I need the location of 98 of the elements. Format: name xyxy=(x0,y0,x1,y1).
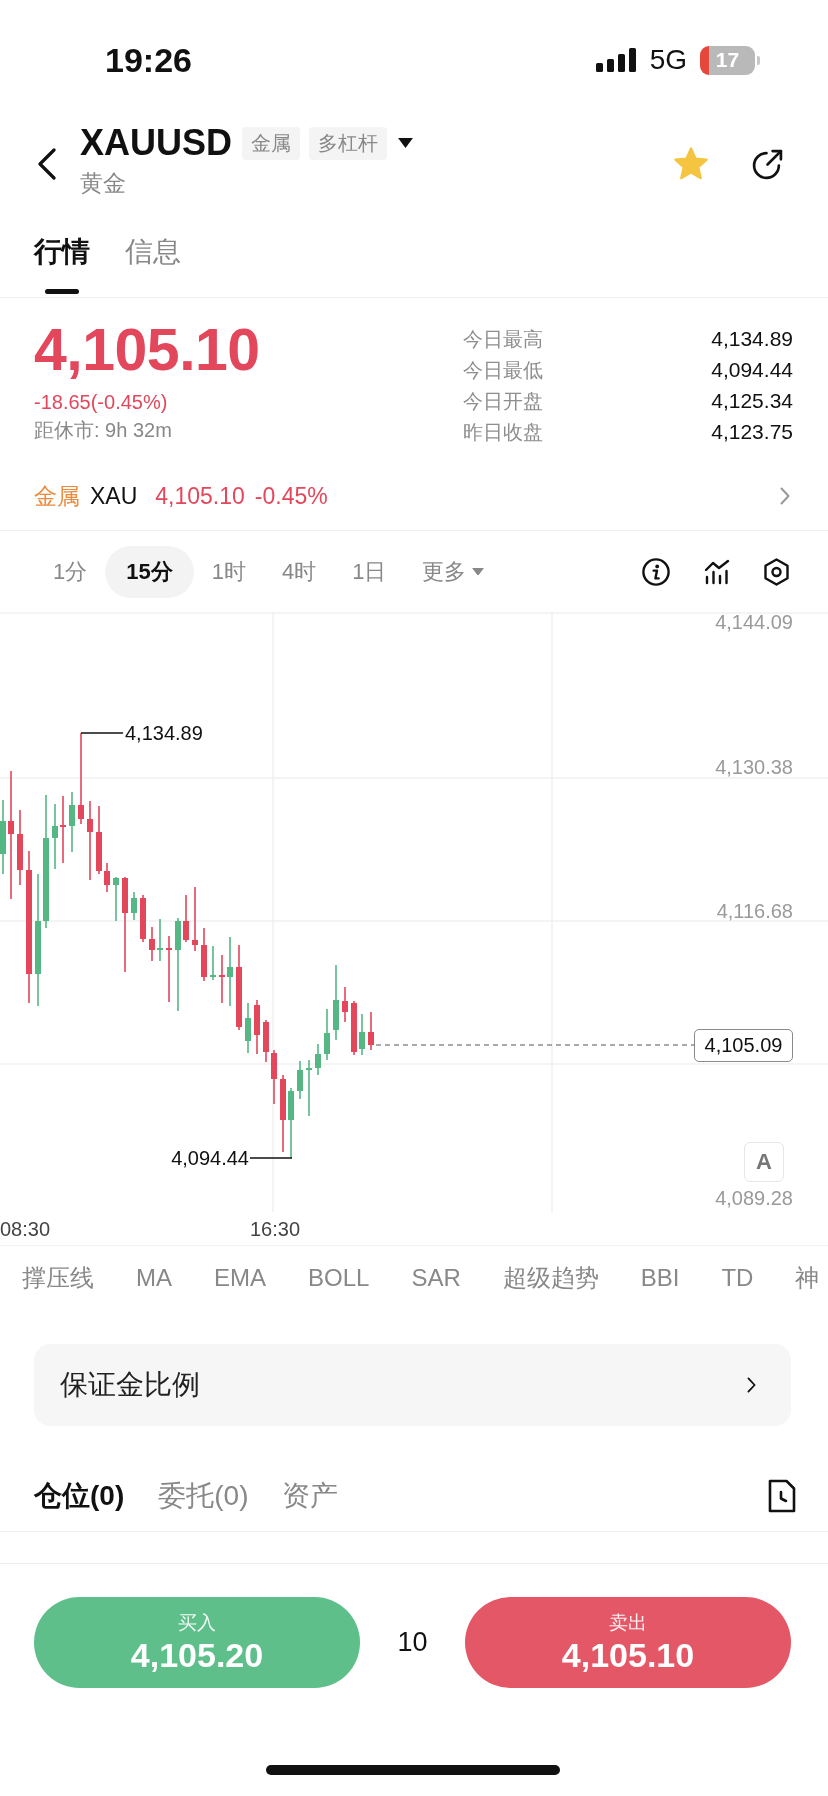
margin-ratio-button[interactable]: 保证金比例 xyxy=(34,1344,791,1426)
document-clock-icon[interactable] xyxy=(768,1478,796,1513)
position-tab[interactable]: 资产 xyxy=(282,1478,339,1513)
candle xyxy=(52,803,58,870)
stat-value: 4,094.44 xyxy=(711,357,793,382)
candle xyxy=(342,986,348,1023)
position-tab[interactable]: 委托(0) xyxy=(158,1478,249,1513)
candle xyxy=(166,935,172,1003)
price-axis-label: 4,116.68 xyxy=(716,899,793,923)
indicator-tab[interactable]: BBI xyxy=(640,1263,680,1293)
battery-level: 17 xyxy=(700,45,760,75)
more-timeframes-button[interactable]: 更多 xyxy=(404,545,503,598)
network-label: 5G xyxy=(649,44,687,76)
timeframe-tab[interactable]: 15分 xyxy=(105,545,194,598)
share-icon[interactable] xyxy=(751,147,784,181)
candle xyxy=(96,805,102,875)
symbol-subtitle: 黄金 xyxy=(80,169,126,197)
price-axis-label: 4,144.09 xyxy=(715,610,793,634)
candle xyxy=(60,795,66,864)
time-axis-label: 16:30 xyxy=(250,1216,301,1241)
candle xyxy=(245,1002,251,1054)
indicator-tab[interactable]: BOLL xyxy=(308,1263,370,1293)
candle xyxy=(324,1008,330,1061)
price-change: -18.65(-0.45%) xyxy=(34,390,168,414)
candle xyxy=(227,936,233,1007)
timeframe-tab[interactable]: 4时 xyxy=(264,545,335,598)
candle xyxy=(69,791,75,853)
stat-label: 昨日收盘 xyxy=(463,419,543,444)
info-icon[interactable] xyxy=(642,557,670,586)
indicator-tab[interactable]: SAR xyxy=(411,1263,461,1293)
indicator-tab[interactable]: MA xyxy=(136,1263,172,1293)
candle xyxy=(263,1019,269,1063)
symbol-tag: 金属 xyxy=(242,126,300,160)
related-symbol: XAU xyxy=(90,482,138,510)
price-axis-label: 4,089.28 xyxy=(715,1186,793,1210)
chart-icon[interactable] xyxy=(704,558,730,585)
candle xyxy=(140,894,146,943)
timeframe-tab[interactable]: 1时 xyxy=(193,545,264,598)
candle xyxy=(315,1043,321,1076)
time-axis-label: 08:30 xyxy=(0,1216,51,1241)
market-close-countdown: 距休市: 9h 32m xyxy=(34,418,172,443)
stat-value: 4,125.34 xyxy=(711,388,793,413)
related-change: -0.45% xyxy=(254,482,328,510)
stat-label: 今日最低 xyxy=(463,357,543,382)
page-tab[interactable]: 行情 xyxy=(34,208,90,297)
indicator-tab[interactable]: 超级趋势 xyxy=(502,1263,599,1293)
indicator-tab[interactable]: 撑压线 xyxy=(22,1263,94,1293)
indicator-tab[interactable]: EMA xyxy=(214,1263,266,1293)
order-quantity: 10 xyxy=(397,1627,428,1658)
candle xyxy=(351,1000,357,1056)
low-price-label: 4,094.44 xyxy=(171,1146,249,1170)
candle xyxy=(210,945,216,981)
candle xyxy=(288,1087,294,1159)
high-price-leader xyxy=(80,732,124,734)
candle xyxy=(297,1060,303,1100)
timeframe-tab[interactable]: 1日 xyxy=(334,545,405,598)
candle xyxy=(359,1013,365,1056)
candle xyxy=(157,918,163,962)
symbol-tag: 多杠杆 xyxy=(309,126,387,160)
stat-label: 今日最高 xyxy=(463,326,543,351)
caret-down-icon[interactable] xyxy=(398,138,413,148)
indicator-tab[interactable]: 神 xyxy=(795,1263,820,1293)
candle xyxy=(306,1059,312,1117)
price-axis-label: 4,130.38 xyxy=(715,755,793,779)
last-price-tag: 4,105.09 xyxy=(694,1029,793,1062)
position-tab[interactable]: 仓位(0) xyxy=(34,1478,125,1513)
related-price: 4,105.10 xyxy=(155,482,245,510)
candle xyxy=(368,1011,374,1051)
candle xyxy=(192,886,198,952)
candle xyxy=(149,926,155,962)
candle xyxy=(183,894,189,943)
candle xyxy=(219,954,225,1004)
candle xyxy=(201,927,207,982)
low-price-leader xyxy=(249,1157,293,1159)
high-price-label: 4,134.89 xyxy=(125,721,203,745)
candle xyxy=(131,891,137,921)
candle xyxy=(104,862,110,893)
related-category: 金属 xyxy=(34,481,80,511)
star-icon[interactable] xyxy=(673,146,709,182)
buy-button[interactable]: 买入 4,105.20 xyxy=(34,1597,360,1688)
stat-label: 今日开盘 xyxy=(463,388,543,413)
sell-button[interactable]: 卖出 4,105.10 xyxy=(465,1597,791,1688)
chevron-right-icon[interactable] xyxy=(747,1377,756,1393)
indicator-tab[interactable]: TD xyxy=(721,1263,754,1293)
back-icon[interactable] xyxy=(37,148,57,180)
candle xyxy=(271,1049,277,1105)
auto-scale-button[interactable]: A xyxy=(744,1142,784,1182)
status-time: 19:26 xyxy=(105,40,192,80)
signal-icon xyxy=(595,48,637,72)
candle xyxy=(254,999,260,1055)
timeframe-tab[interactable]: 1分 xyxy=(35,545,106,598)
page-tab[interactable]: 信息 xyxy=(125,208,181,297)
symbol-title: XAUUSD xyxy=(80,123,232,163)
last-price: 4,105.10 xyxy=(34,318,260,382)
stat-value: 4,134.89 xyxy=(711,326,793,351)
candle xyxy=(113,876,119,922)
settings-icon[interactable] xyxy=(764,557,789,586)
stat-value: 4,123.75 xyxy=(711,419,793,444)
